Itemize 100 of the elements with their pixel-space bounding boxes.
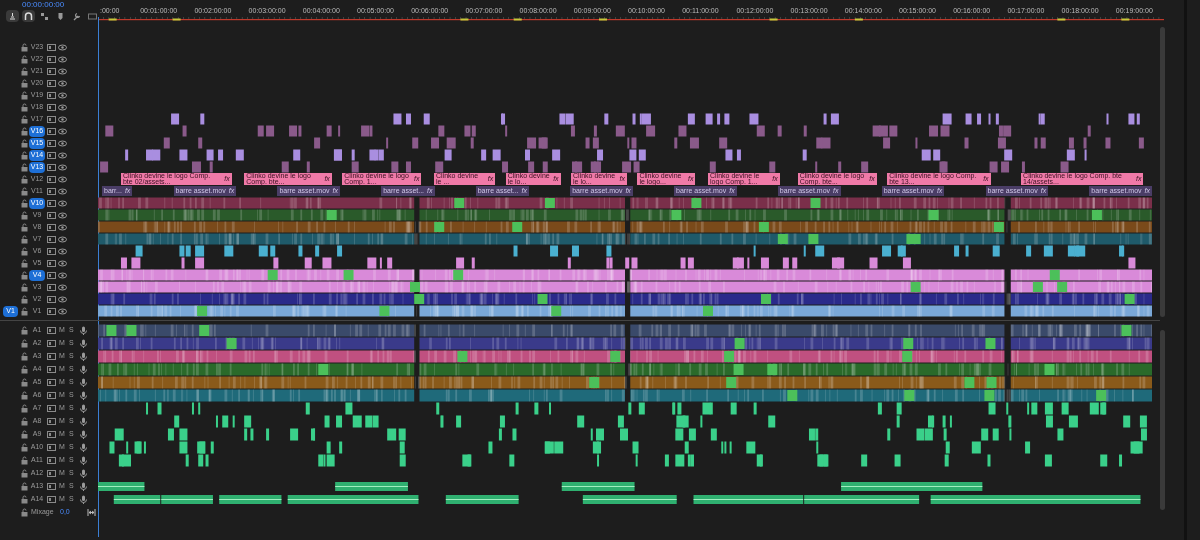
eye-icon (58, 258, 67, 268)
timecode[interactable]: 00:00:00:00 (22, 0, 65, 9)
sync-lock-icon (47, 495, 56, 504)
microphone-icon (79, 352, 88, 361)
squares-button[interactable] (38, 10, 51, 22)
lock-icon (20, 404, 29, 413)
lock-icon (20, 54, 29, 64)
sync-lock-icon (47, 456, 56, 465)
sync-lock-icon (47, 391, 56, 400)
eye-icon (58, 306, 67, 316)
lock-icon (20, 210, 29, 220)
wrench-icon (72, 11, 81, 21)
lock-icon (20, 174, 29, 184)
eye-icon (58, 294, 67, 304)
sync-lock-icon (47, 234, 56, 244)
eye-icon (58, 246, 67, 256)
lock-icon (20, 443, 29, 452)
lock-icon (20, 326, 29, 335)
lock-icon (20, 495, 29, 504)
lock-icon (20, 150, 29, 160)
sync-lock-icon (47, 352, 56, 361)
eye-icon (58, 138, 67, 148)
caption-icon (88, 11, 97, 21)
microphone-icon (79, 417, 88, 426)
magnet-icon (24, 11, 33, 21)
lock-icon (20, 339, 29, 348)
sync-lock-icon (47, 326, 56, 335)
sync-lock-icon (47, 365, 56, 374)
eye-icon (58, 150, 67, 160)
lock-icon (20, 90, 29, 100)
eye-icon (58, 222, 67, 232)
sync-lock-icon (47, 54, 56, 64)
sync-lock-icon (47, 138, 56, 148)
microphone-icon (79, 391, 88, 400)
sync-lock-icon (47, 162, 56, 172)
microphone-icon (79, 495, 88, 504)
lock-icon (20, 66, 29, 76)
sync-lock-icon (47, 198, 56, 208)
sync-lock-icon (47, 66, 56, 76)
lock-icon (20, 198, 29, 208)
eye-icon (58, 78, 67, 88)
sync-lock-icon (47, 339, 56, 348)
scrollbar[interactable] (1160, 27, 1165, 317)
nest-icon (8, 11, 17, 21)
sync-lock-icon (47, 90, 56, 100)
magnet-button[interactable] (22, 10, 35, 22)
caption-button[interactable] (86, 10, 99, 22)
microphone-icon (79, 404, 88, 413)
eye-icon (58, 174, 67, 184)
lock-icon (20, 162, 29, 172)
microphone-icon (79, 339, 88, 348)
sync-lock-icon (47, 114, 56, 124)
nest-button[interactable] (6, 10, 19, 22)
lock-icon (20, 270, 29, 280)
eye-icon (58, 66, 67, 76)
sync-lock-icon (47, 282, 56, 292)
eye-icon (58, 198, 67, 208)
microphone-icon (79, 365, 88, 374)
sync-lock-icon (47, 469, 56, 478)
microphone-icon (79, 482, 88, 491)
fit-icon (87, 508, 96, 517)
lock-icon (20, 352, 29, 361)
lock-icon (20, 378, 29, 387)
sync-lock-icon (47, 174, 56, 184)
microphone-icon (79, 430, 88, 439)
sync-lock-icon (47, 186, 56, 196)
lock-icon (20, 391, 29, 400)
lock-icon (20, 234, 29, 244)
lock-icon (20, 417, 29, 426)
eye-icon (58, 270, 67, 280)
sync-lock-icon (47, 42, 56, 52)
lock-icon (20, 258, 29, 268)
lock-icon (20, 508, 29, 517)
eye-icon (58, 90, 67, 100)
eye-icon (58, 234, 67, 244)
scrollbar[interactable] (1160, 330, 1165, 510)
microphone-icon (79, 469, 88, 478)
lock-icon (20, 42, 29, 52)
lock-icon (20, 469, 29, 478)
eye-icon (58, 186, 67, 196)
sync-lock-icon (47, 102, 56, 112)
sync-lock-icon (47, 222, 56, 232)
eye-icon (58, 126, 67, 136)
lock-icon (20, 222, 29, 232)
microphone-icon (79, 326, 88, 335)
lock-icon (20, 78, 29, 88)
sync-lock-icon (47, 306, 56, 316)
lock-icon (20, 294, 29, 304)
sync-lock-icon (47, 443, 56, 452)
lock-icon (20, 114, 29, 124)
lock-icon (20, 365, 29, 374)
microphone-icon (79, 378, 88, 387)
lock-icon (20, 186, 29, 196)
sync-lock-icon (47, 126, 56, 136)
sync-lock-icon (47, 417, 56, 426)
eye-icon (58, 42, 67, 52)
sync-lock-icon (47, 404, 56, 413)
sync-lock-icon (47, 78, 56, 88)
sync-lock-icon (47, 258, 56, 268)
eye-icon (58, 102, 67, 112)
